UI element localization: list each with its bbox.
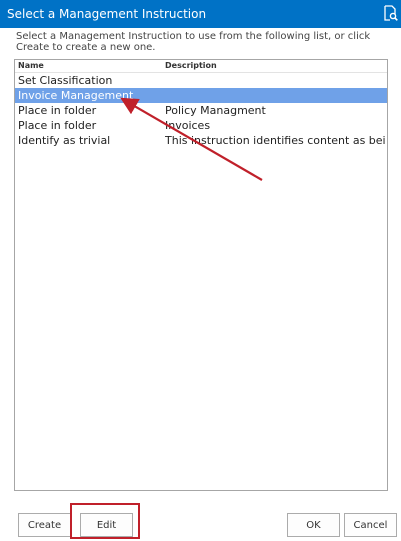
row-name: Set Classification <box>18 74 113 87</box>
list-row[interactable]: Place in folder Invoices <box>15 118 387 133</box>
list-row[interactable]: Invoice Management <box>15 88 387 103</box>
list-row[interactable]: Place in folder Policy Managment <box>15 103 387 118</box>
list-row[interactable]: Identify as trivial This instruction ide… <box>15 133 387 148</box>
create-button[interactable]: Create <box>18 513 71 537</box>
instruction-list[interactable]: Name Description Set Classification Invo… <box>14 59 388 491</box>
document-search-icon[interactable] <box>384 5 398 21</box>
dialog-titlebar: Select a Management Instruction <box>0 0 401 28</box>
row-description: This instruction identifies content as b… <box>165 134 385 147</box>
list-row[interactable]: Set Classification <box>15 73 387 88</box>
row-name: Identify as trivial <box>18 134 111 147</box>
cancel-button[interactable]: Cancel <box>344 513 397 537</box>
ok-button[interactable]: OK <box>287 513 340 537</box>
row-name: Place in folder <box>18 119 97 132</box>
column-header-name[interactable]: Name <box>18 60 164 71</box>
row-description: Invoices <box>165 119 211 132</box>
row-name: Place in folder <box>18 104 97 117</box>
list-header: Name Description <box>15 60 387 73</box>
row-name: Invoice Management <box>18 89 134 102</box>
column-header-description[interactable]: Description <box>165 60 385 71</box>
document-search-icon-graphic <box>384 5 398 21</box>
dialog-title: Select a Management Instruction <box>7 7 207 21</box>
instruction-text: Select a Management Instruction to use f… <box>16 31 371 53</box>
edit-button[interactable]: Edit <box>80 513 133 537</box>
row-description: Policy Managment <box>165 104 266 117</box>
